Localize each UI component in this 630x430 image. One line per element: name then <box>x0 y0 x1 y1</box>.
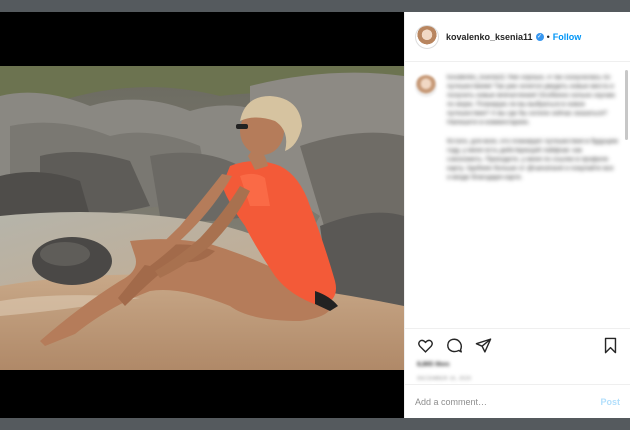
action-bar <box>405 328 630 362</box>
verified-badge-icon: ✓ <box>535 32 544 41</box>
like-count[interactable]: 8,865 likes <box>417 361 450 368</box>
share-button[interactable] <box>473 336 493 356</box>
bookmark-icon <box>604 337 616 354</box>
caption-text: kovalenko_ksenia11 Уже хорошо, я так сос… <box>447 74 616 126</box>
post-modal: kovalenko_ksenia11 ✓ • Follow kovalenko_… <box>0 12 630 418</box>
add-comment-bar: Post <box>405 384 630 418</box>
username-link[interactable]: kovalenko_ksenia11 <box>446 32 533 42</box>
caption-avatar[interactable] <box>415 75 437 97</box>
post-date: DECEMBER 16, 2020 <box>417 376 472 382</box>
post-sidebar: kovalenko_ksenia11 ✓ • Follow kovalenko_… <box>404 12 630 418</box>
avatar[interactable] <box>415 24 439 49</box>
post-media <box>0 12 404 418</box>
post-comment-button[interactable]: Post <box>600 397 620 407</box>
like-button[interactable] <box>415 336 435 356</box>
caption-text-2: Кстати, для всех, кто планирует путешест… <box>447 138 618 181</box>
post-header: kovalenko_ksenia11 ✓ • Follow <box>405 12 630 62</box>
heart-icon <box>417 339 433 353</box>
post-photo[interactable] <box>0 66 404 370</box>
save-button[interactable] <box>600 336 620 356</box>
comment-input[interactable] <box>415 396 601 407</box>
share-icon <box>475 338 491 353</box>
comments-panel[interactable]: kovalenko_ksenia11 Уже хорошо, я так сос… <box>405 63 630 328</box>
comment-button[interactable] <box>444 336 464 356</box>
separator-dot: • <box>546 31 550 42</box>
follow-button[interactable]: Follow <box>553 32 582 42</box>
comments-scrollbar[interactable] <box>625 70 628 140</box>
comment-icon <box>446 338 462 353</box>
